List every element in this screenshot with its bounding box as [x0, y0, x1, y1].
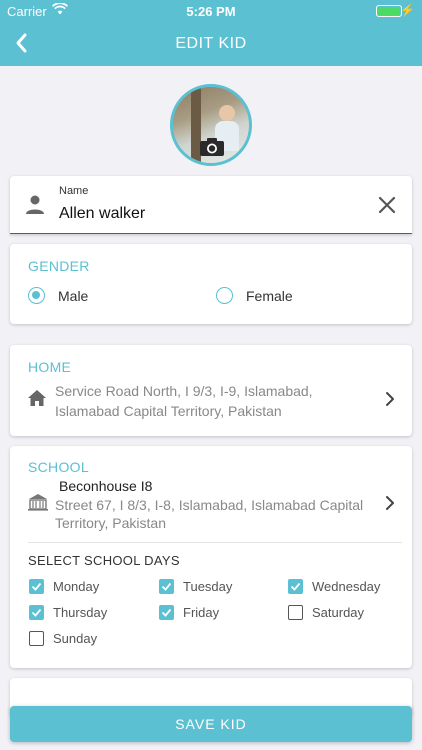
school-name[interactable]: Beconhouse I8 [59, 478, 152, 494]
photo-kid-head [219, 105, 235, 121]
clock: 5:26 PM [186, 4, 236, 19]
home-address-line2: Islamabad Capital Territory, Pakistan [55, 403, 282, 419]
day-label: Friday [183, 605, 220, 620]
chevron-right-icon [386, 392, 394, 406]
school-building-icon [28, 494, 48, 511]
day-friday[interactable]: Friday [159, 605, 269, 623]
day-label: Sunday [53, 631, 98, 646]
day-tuesday[interactable]: Tuesday [159, 579, 269, 597]
home-title: HOME [28, 359, 72, 375]
gender-option-male[interactable]: Male [28, 286, 148, 306]
school-address-line1: Street 67, I 8/3, I-8, Islamabad, Islama… [55, 497, 364, 513]
school-card: SCHOOL Beconhouse I8 Street 67, I 8/3, I… [10, 446, 412, 668]
home-address-line1: Service Road North, I 9/3, I-9, Islamaba… [55, 383, 313, 399]
chevron-right-icon[interactable] [384, 495, 396, 511]
day-label: Saturday [312, 605, 365, 620]
home-card[interactable]: HOME Service Road North, I 9/3, I-9, Isl… [10, 345, 412, 436]
day-thursday[interactable]: Thursday [29, 605, 139, 623]
person-icon [26, 195, 44, 214]
charging-icon: ⚡ [400, 3, 415, 17]
name-label: Name [59, 185, 89, 197]
radio-selected-icon [28, 287, 45, 304]
checkbox-unchecked-icon [29, 631, 44, 646]
gender-card: GENDER Male Female [10, 244, 412, 324]
day-sunday[interactable]: Sunday [29, 631, 139, 649]
name-input[interactable]: Allen walker [59, 205, 145, 223]
day-label: Wednesday [312, 579, 381, 594]
checkbox-checked-icon [159, 605, 174, 620]
page-title: EDIT KID [175, 35, 247, 52]
checkbox-unchecked-icon [288, 605, 303, 620]
status-bar: Carrier 5:26 PM ⚡ [0, 0, 422, 22]
day-label: Monday [53, 579, 100, 594]
save-kid-button[interactable]: SAVE KID [10, 706, 412, 742]
divider [28, 542, 402, 543]
day-wednesday[interactable]: Wednesday [288, 579, 398, 597]
close-icon[interactable] [376, 194, 398, 216]
house-icon [28, 390, 46, 406]
gender-option-label: Male [58, 288, 89, 304]
checkbox-checked-icon [288, 579, 303, 594]
day-label: Tuesday [183, 579, 233, 594]
gender-option-label: Female [246, 288, 293, 304]
checkbox-checked-icon [29, 605, 44, 620]
camera-icon[interactable] [199, 137, 225, 157]
radio-unselected-icon [216, 287, 233, 304]
name-field[interactable]: Name Allen walker [10, 176, 412, 234]
school-address-line2: Territory, Pakistan [55, 515, 166, 531]
checkbox-checked-icon [29, 579, 44, 594]
day-label: Thursday [53, 605, 108, 620]
day-monday[interactable]: Monday [29, 579, 139, 597]
kid-avatar[interactable] [170, 84, 252, 166]
nav-bar: EDIT KID [0, 22, 422, 66]
checkbox-checked-icon [159, 579, 174, 594]
battery-icon [376, 5, 402, 17]
school-days-title: SELECT SCHOOL DAYS [28, 553, 180, 568]
gender-option-female[interactable]: Female [216, 286, 336, 306]
school-title: SCHOOL [28, 459, 89, 475]
day-saturday[interactable]: Saturday [288, 605, 398, 623]
gender-title: GENDER [28, 258, 90, 274]
